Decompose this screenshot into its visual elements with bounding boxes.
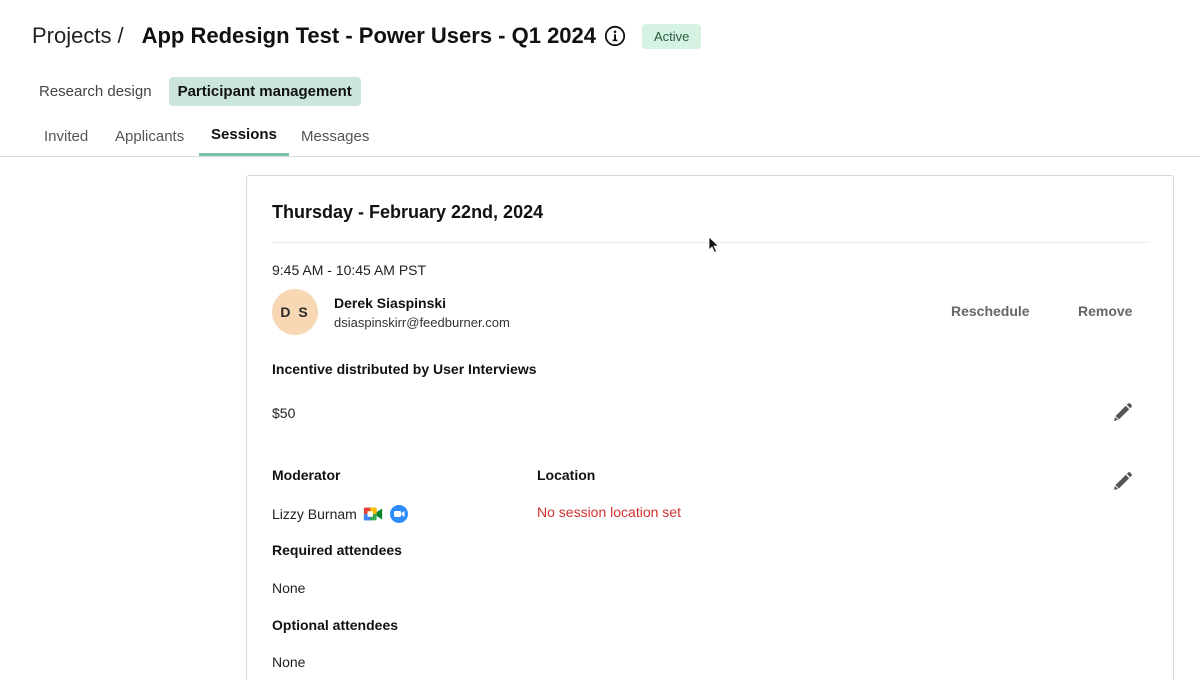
tab-messages[interactable]: Messages — [301, 128, 369, 155]
optional-attendees-label: Optional attendees — [272, 617, 399, 633]
tab-sessions[interactable]: Sessions — [199, 126, 289, 156]
info-circle-icon[interactable] — [604, 25, 626, 47]
tab-applicants[interactable]: Applicants — [115, 128, 184, 155]
mode-switch: Research design Participant management — [30, 77, 361, 106]
moderator-name: Lizzy Burnam — [272, 506, 357, 522]
location-value: No session location set — [537, 504, 681, 520]
status-badge: Active — [642, 23, 702, 49]
participant-name: Derek Siaspinski — [334, 295, 447, 311]
moderator-row: Lizzy Burnam — [272, 504, 409, 524]
tab-bar: Invited Applicants Sessions Messages — [0, 120, 1200, 157]
breadcrumb-projects[interactable]: Projects — [32, 23, 111, 49]
mode-research-design[interactable]: Research design — [30, 77, 161, 106]
session-time: 9:45 AM - 10:45 AM PST — [272, 262, 427, 278]
mouse-cursor-icon — [708, 236, 720, 254]
breadcrumb-separator: / — [117, 23, 124, 48]
page-title: App Redesign Test - Power Users - Q1 202… — [141, 23, 597, 48]
remove-button[interactable]: Remove — [1078, 303, 1132, 319]
avatar: D S — [272, 289, 318, 335]
incentive-label: Incentive distributed by User Interviews — [272, 361, 537, 377]
edit-location-pencil-icon[interactable] — [1111, 471, 1133, 493]
google-meet-icon — [363, 504, 383, 524]
tab-invited[interactable]: Invited — [44, 128, 88, 155]
zoom-icon — [389, 504, 409, 524]
optional-attendees-value: None — [272, 654, 306, 670]
reschedule-button[interactable]: Reschedule — [951, 303, 1030, 319]
location-label: Location — [537, 467, 596, 483]
required-attendees-value: None — [272, 580, 306, 596]
participant-email: dsiaspinskirr@feedburner.com — [334, 315, 510, 330]
mode-participant-management[interactable]: Participant management — [168, 77, 361, 106]
moderator-label: Moderator — [272, 467, 341, 483]
required-attendees-label: Required attendees — [272, 542, 402, 558]
session-date: Thursday - February 22nd, 2024 — [272, 202, 544, 222]
edit-incentive-pencil-icon[interactable] — [1111, 402, 1133, 424]
incentive-amount: $50 — [272, 405, 296, 421]
page-header: Projects / App Redesign Test - Power Use… — [32, 20, 702, 52]
